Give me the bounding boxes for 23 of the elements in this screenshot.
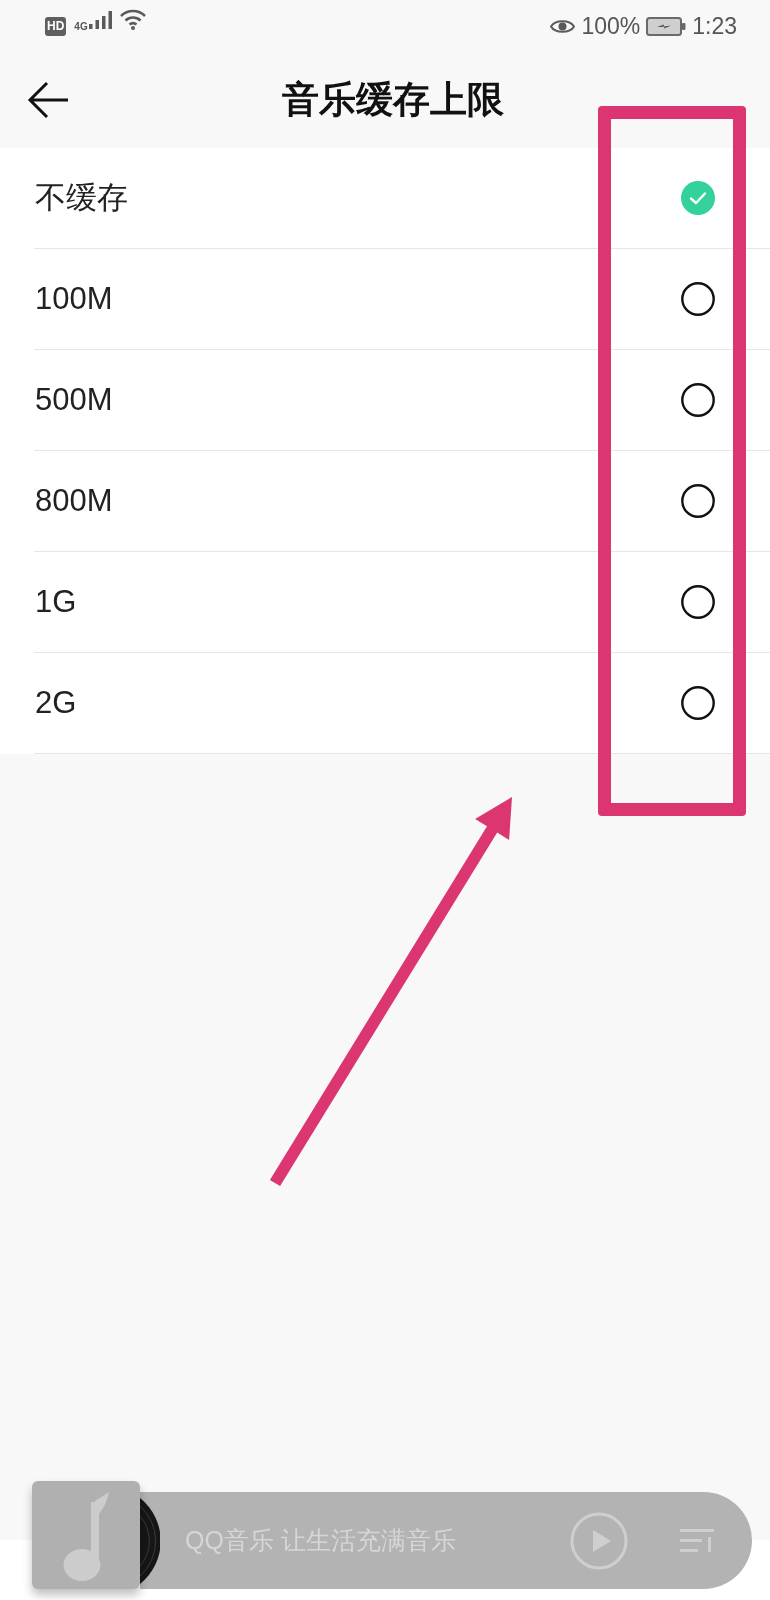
wifi-icon (118, 8, 147, 30)
cache-option[interactable]: 800M (34, 451, 770, 552)
cache-option[interactable]: 1G (34, 552, 770, 653)
eye-icon (550, 17, 576, 35)
cache-option[interactable]: 100M (34, 249, 770, 350)
clock-time: 1:23 (692, 12, 737, 40)
radio-circle-icon[interactable] (681, 383, 715, 417)
signal-icon (88, 11, 113, 29)
page-title: 音乐缓存上限 (282, 78, 504, 122)
cache-option[interactable]: 不缓存 (34, 148, 770, 249)
music-note-icon (63, 1492, 109, 1582)
battery-percent: 100% (581, 12, 641, 40)
hd-badge: HD (45, 16, 67, 36)
radio-circle-icon[interactable] (681, 585, 715, 619)
network-type-label: 4G (74, 22, 88, 32)
cache-option[interactable]: 2G (34, 653, 770, 754)
cache-option[interactable]: 500M (34, 350, 770, 451)
radio-circle-icon[interactable] (681, 282, 715, 316)
check-circle-icon[interactable] (681, 181, 715, 215)
battery-icon (646, 16, 687, 36)
radio-circle-icon[interactable] (681, 686, 715, 720)
radio-circle-icon[interactable] (681, 484, 715, 518)
back-arrow-icon[interactable] (27, 81, 69, 119)
